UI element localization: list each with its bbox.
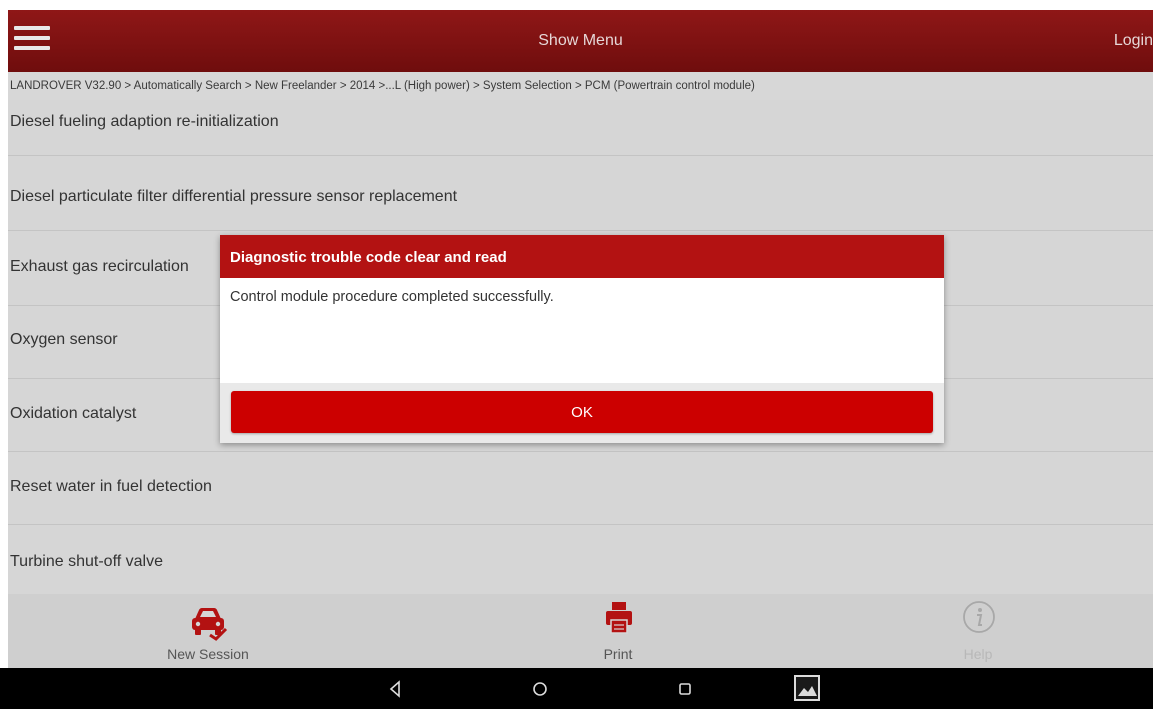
dialog-footer: OK [220,383,944,443]
app-header: Show Menu Login [8,10,1153,73]
info-icon [963,601,995,633]
completion-dialog: Diagnostic trouble code clear and read C… [220,235,944,443]
list-item-label: Diesel particulate filter differential p… [10,188,458,205]
new-session-label: New Session [167,646,249,662]
back-icon[interactable] [380,674,410,704]
list-item[interactable]: Diesel fueling adaption re-initializatio… [8,100,1153,156]
home-icon[interactable] [525,674,555,704]
login-button[interactable]: Login [1114,10,1153,72]
list-item-label: Reset water in fuel detection [10,478,212,495]
bottom-toolbar: New Session Print Help [8,594,1153,668]
print-button[interactable]: Print [518,594,718,668]
list-item-label: Turbine shut-off valve [10,553,163,570]
print-label: Print [603,646,633,662]
help-label: Help [963,646,993,662]
list-item[interactable]: Reset water in fuel detection [8,452,1153,525]
list-item[interactable]: Diesel particulate filter differential p… [8,156,1153,231]
breadcrumb: LANDROVER V32.90 > Automatically Search … [8,72,1153,100]
new-session-button[interactable]: New Session [108,594,308,668]
list-item-label: Oxygen sensor [10,331,118,348]
list-item-label: Oxidation catalyst [10,405,137,422]
dialog-message: Control module procedure completed succe… [230,289,554,305]
show-menu-title: Show Menu [538,32,623,49]
top-area: Show Menu Login [0,0,1153,75]
android-nav-bar [0,668,1153,709]
ok-button[interactable]: OK [231,391,933,433]
car-icon [192,608,228,641]
list-item[interactable]: Turbine shut-off valve [8,525,1153,594]
list-item-label: Exhaust gas recirculation [10,258,189,275]
dialog-title: Diagnostic trouble code clear and read [220,235,944,278]
hamburger-icon[interactable] [14,23,50,53]
list-item-label: Diesel fueling adaption re-initializatio… [10,113,279,130]
screenshot-icon[interactable] [792,673,822,703]
help-button[interactable]: Help [878,594,1078,668]
printer-icon [606,602,632,634]
recents-icon[interactable] [670,674,700,704]
